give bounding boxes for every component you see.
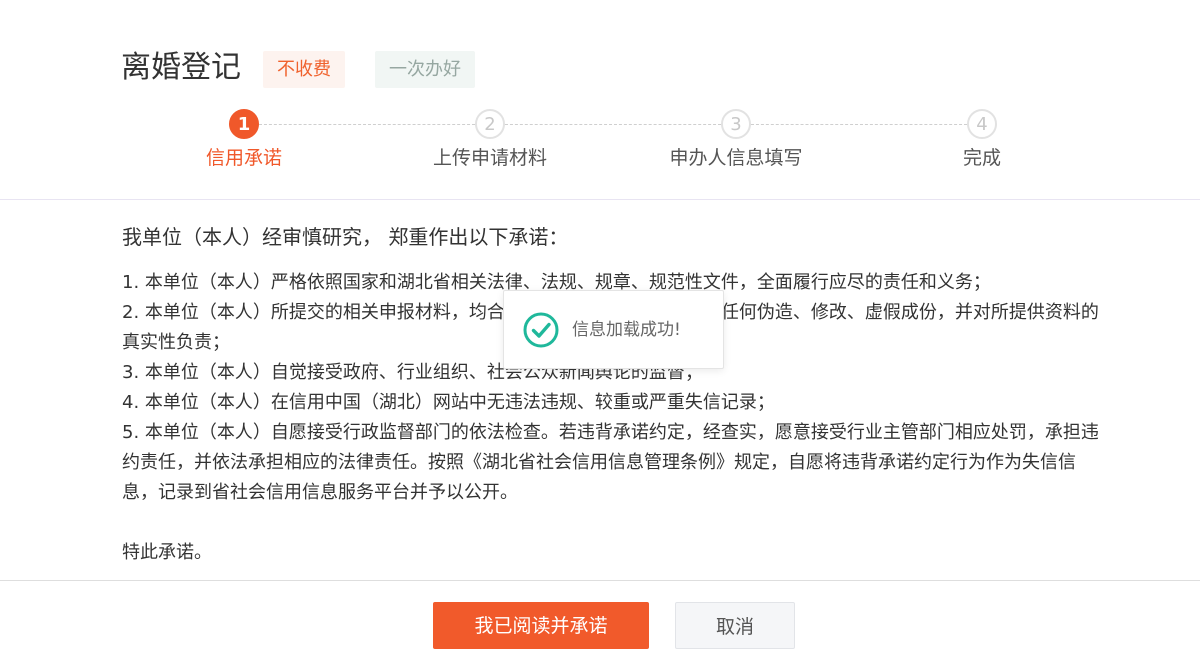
step-1-label: 信用承诺 bbox=[205, 147, 282, 169]
step-indicator: 1 2 3 4 信用承诺 上传申请材料 申办人信息填写 完成 bbox=[0, 108, 1200, 178]
step-3-indicator: 3 bbox=[721, 109, 751, 139]
one-stop-badge: 一次办好 bbox=[375, 51, 475, 88]
step-4-label: 完成 bbox=[962, 147, 1001, 169]
free-badge: 不收费 bbox=[263, 51, 345, 88]
step-2-indicator: 2 bbox=[475, 109, 505, 139]
step-1-indicator: 1 bbox=[229, 109, 259, 139]
step-2-label: 上传申请材料 bbox=[432, 147, 547, 169]
page: 离婚登记 不收费 一次办好 1 2 3 4 信用承诺 上传申请材料 申办人信息填… bbox=[0, 0, 1200, 662]
success-toast: 信息加载成功! bbox=[503, 290, 724, 369]
commitment-content: 我单位（本人）经审慎研究， 郑重作出以下承诺： 1. 本单位（本人）严格依照国家… bbox=[122, 220, 1102, 568]
step-4-indicator: 4 bbox=[967, 109, 997, 139]
action-bar: 我已阅读并承诺 取消 bbox=[0, 580, 1200, 662]
step-3-label: 申办人信息填写 bbox=[669, 147, 803, 169]
commitment-item: 4. 本单位（本人）在信用中国（湖北）网站中无违法违规、较重或严重失信记录； bbox=[122, 392, 775, 413]
toast-message: 信息加载成功! bbox=[572, 320, 681, 340]
page-header: 离婚登记 不收费 一次办好 1 2 3 4 信用承诺 上传申请材料 申办人信息填… bbox=[0, 0, 1200, 200]
step-connector bbox=[751, 124, 967, 125]
check-circle-icon bbox=[523, 312, 559, 348]
commitment-item: 5. 本单位（本人）自愿接受行政监督部门的依法检查。若违背承诺约定，经查实，愿意… bbox=[122, 422, 1099, 503]
cancel-button[interactable]: 取消 bbox=[675, 602, 795, 649]
step-connector bbox=[259, 124, 475, 125]
page-title: 离婚登记 bbox=[121, 50, 241, 85]
step-connector bbox=[505, 124, 721, 125]
agree-button[interactable]: 我已阅读并承诺 bbox=[433, 602, 649, 649]
commitment-intro: 我单位（本人）经审慎研究， 郑重作出以下承诺： bbox=[122, 225, 569, 249]
commitment-closing: 特此承诺。 bbox=[122, 542, 212, 563]
